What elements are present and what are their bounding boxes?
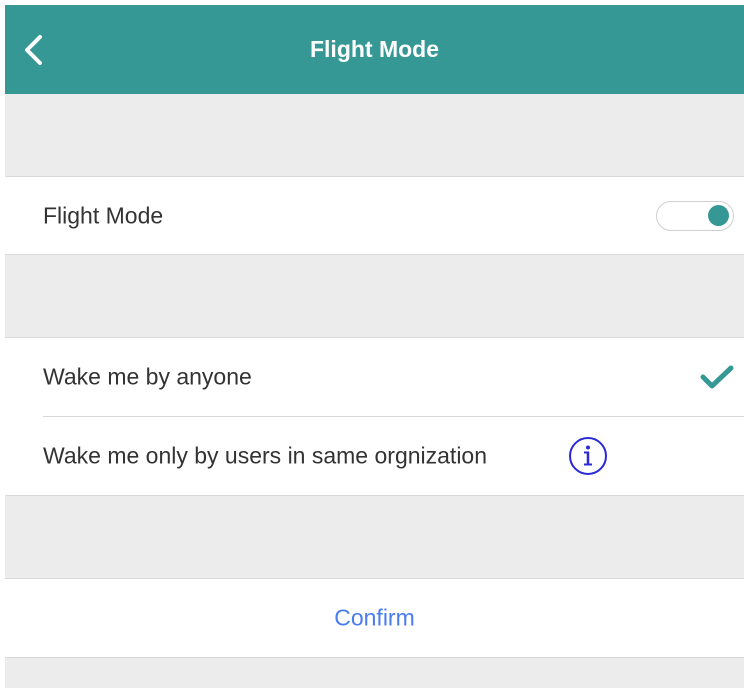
option-label: Wake me only by users in same orgnizatio… bbox=[43, 442, 488, 469]
option-wake-anyone[interactable]: Wake me by anyone bbox=[5, 338, 744, 416]
info-icon[interactable] bbox=[568, 436, 608, 476]
flight-mode-row: Flight Mode bbox=[5, 177, 744, 254]
flight-mode-screen: Flight Mode Flight Mode Wake me by anyon… bbox=[5, 5, 744, 688]
confirm-row: Confirm bbox=[5, 579, 744, 657]
option-label: Wake me by anyone bbox=[43, 363, 252, 390]
wake-options-section: Wake me by anyone Wake me only by users … bbox=[5, 337, 744, 496]
toggle-knob bbox=[708, 204, 729, 226]
flight-mode-section: Flight Mode bbox=[5, 176, 744, 255]
flight-mode-toggle[interactable] bbox=[656, 200, 734, 231]
confirm-button[interactable]: Confirm bbox=[5, 605, 744, 632]
checkmark-icon bbox=[700, 365, 734, 389]
app-header: Flight Mode bbox=[5, 5, 744, 94]
flight-mode-label: Flight Mode bbox=[43, 202, 164, 228]
option-wake-same-org[interactable]: Wake me only by users in same orgnizatio… bbox=[5, 417, 744, 495]
confirm-section: Confirm bbox=[5, 578, 744, 658]
page-title: Flight Mode bbox=[309, 36, 440, 62]
